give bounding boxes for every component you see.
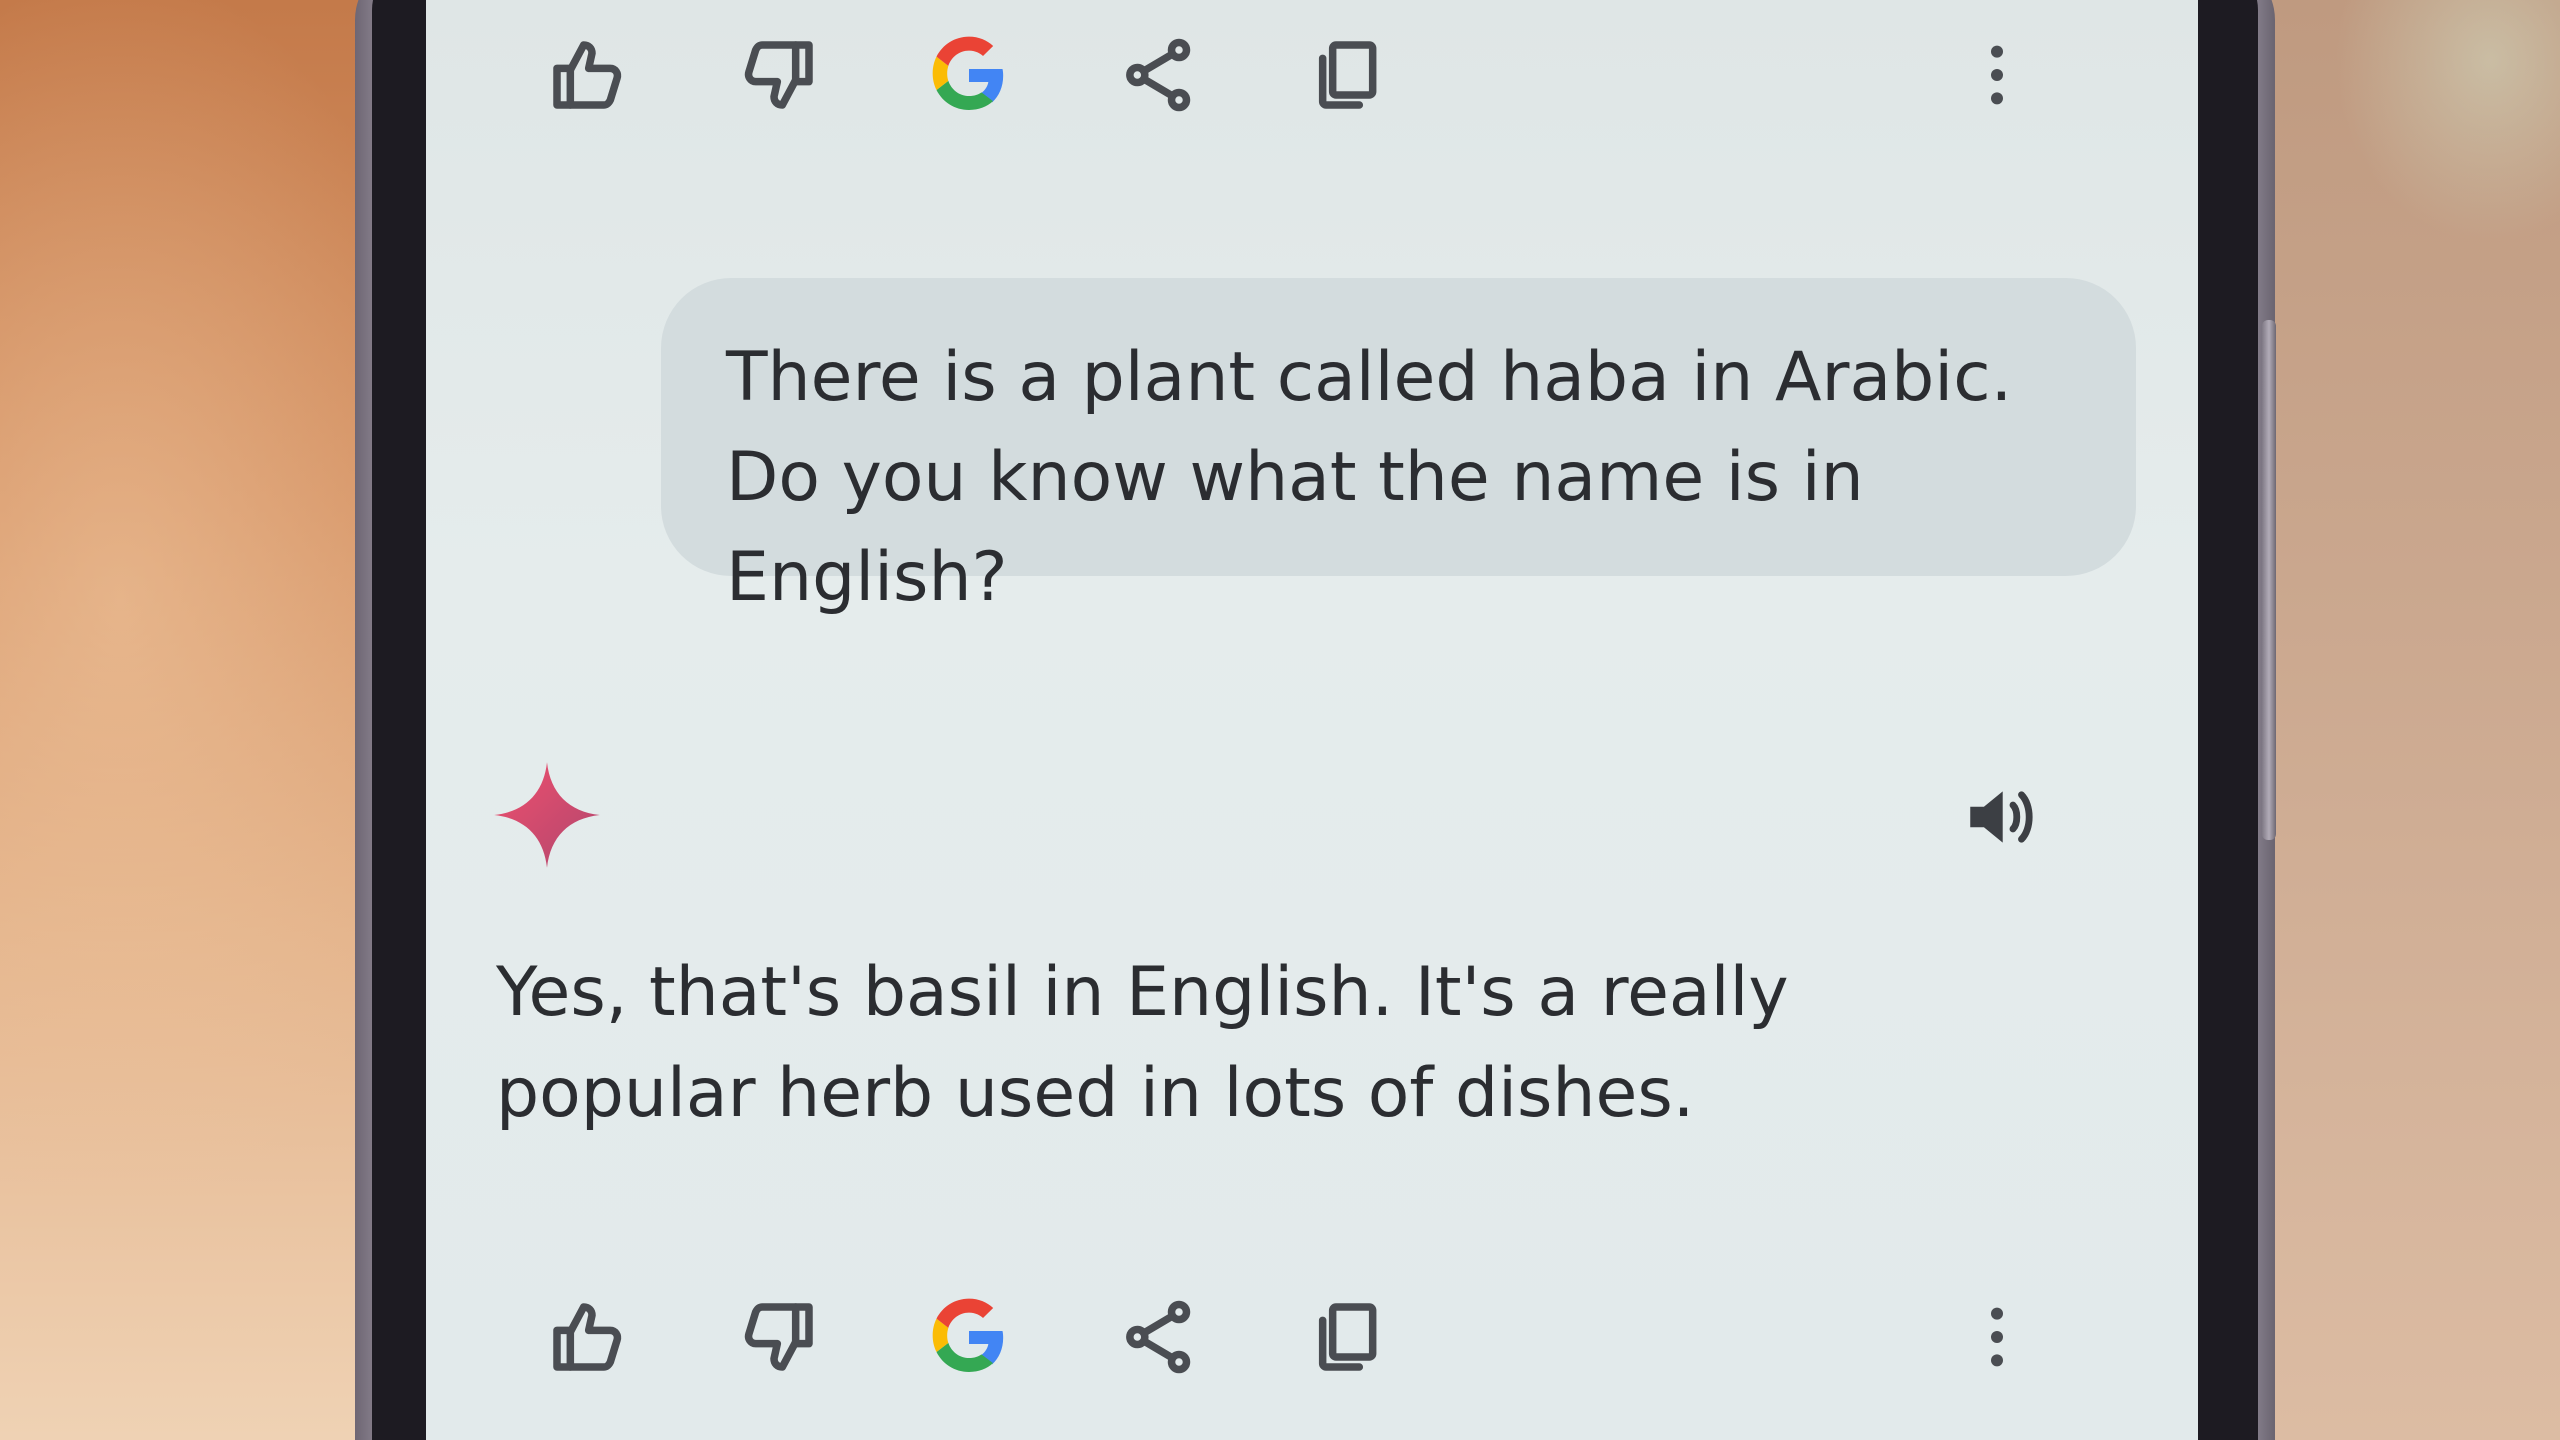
phone-side-button — [2262, 320, 2276, 840]
google-icon — [932, 36, 1004, 110]
more-options-button[interactable] — [1942, 20, 2052, 130]
thumbs-up-icon — [553, 41, 622, 109]
copy-icon — [1318, 41, 1377, 109]
thumbs-down-icon — [744, 1303, 813, 1371]
previous-response-actions — [426, 0, 2198, 150]
share-icon — [1126, 1300, 1191, 1374]
response-actions — [426, 1262, 2198, 1412]
thumbs-down-button[interactable] — [724, 1282, 834, 1392]
google-search-button[interactable] — [914, 20, 1024, 130]
thumbs-down-icon — [744, 41, 813, 109]
phone-screen: There is a plant called haba in Arabic. … — [426, 0, 2198, 1440]
copy-icon — [1318, 1303, 1377, 1371]
thumbs-down-button[interactable] — [724, 20, 834, 130]
thumbs-up-button[interactable] — [532, 1282, 642, 1392]
thumbs-up-icon — [553, 1303, 622, 1371]
assistant-response-text: Yes, that's basil in English. It's a rea… — [496, 953, 1789, 1133]
share-icon — [1126, 38, 1191, 112]
copy-button[interactable] — [1291, 20, 1401, 130]
photo-background-right — [2260, 0, 2560, 1440]
speaker-icon — [1970, 791, 2033, 843]
google-icon — [932, 1298, 1004, 1372]
thumbs-up-button[interactable] — [532, 20, 642, 130]
share-button[interactable] — [1104, 20, 1214, 130]
more-options-button[interactable] — [1942, 1282, 2052, 1392]
more-vert-icon — [1991, 45, 2003, 105]
user-message-bubble: There is a plant called haba in Arabic. … — [661, 278, 2136, 617]
share-button[interactable] — [1104, 1282, 1214, 1392]
read-aloud-button[interactable] — [1946, 762, 2056, 872]
gemini-sparkle-icon — [492, 760, 602, 870]
copy-button[interactable] — [1291, 1282, 1401, 1392]
more-vert-icon — [1991, 1307, 2003, 1367]
user-message-text: There is a plant called haba in Arabic. … — [726, 338, 2013, 617]
google-search-button[interactable] — [914, 1282, 1024, 1392]
